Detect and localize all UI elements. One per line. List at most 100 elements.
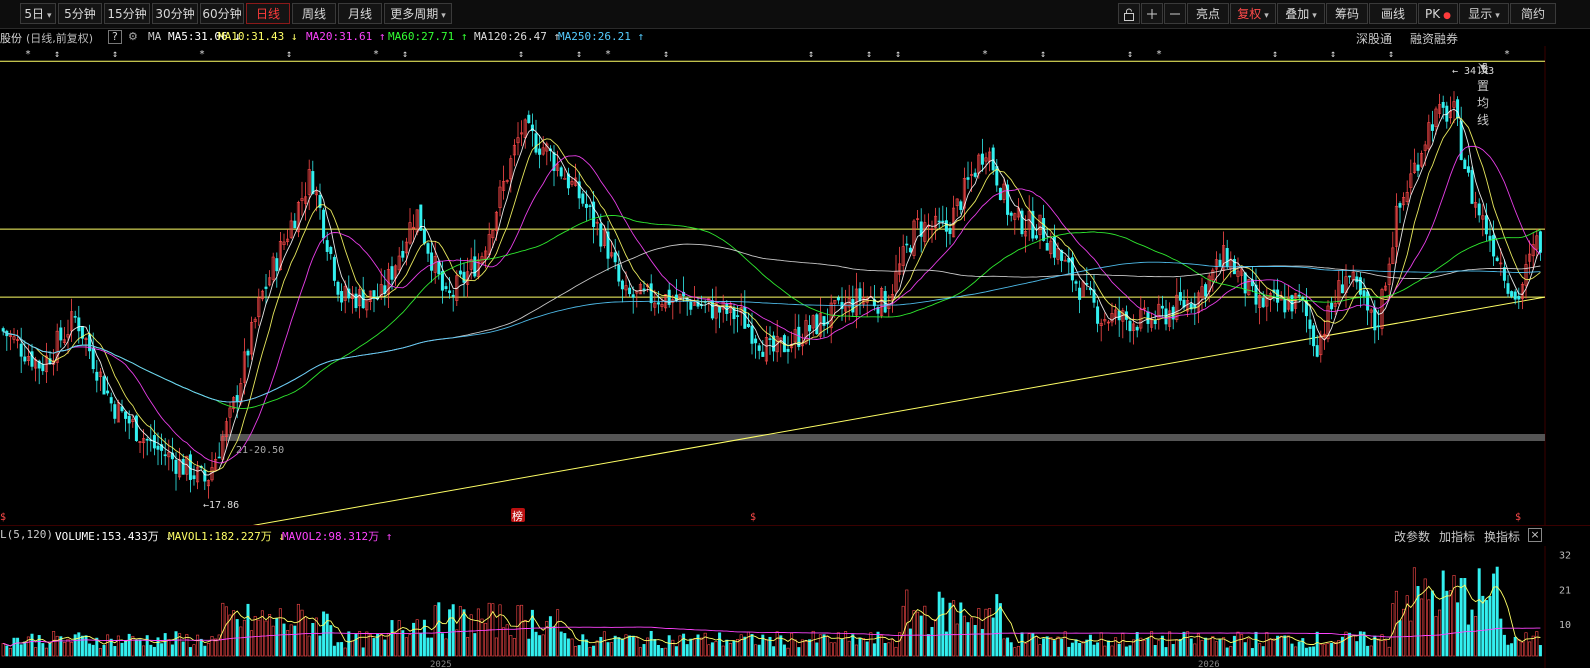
candle-body bbox=[642, 288, 646, 291]
candle-body bbox=[1218, 259, 1222, 267]
candle-body bbox=[1488, 235, 1492, 241]
volume-bar bbox=[995, 594, 999, 657]
candle-body bbox=[966, 177, 970, 180]
volume-bar bbox=[707, 644, 711, 657]
period-daily[interactable]: 日线 bbox=[246, 3, 290, 24]
overlay-button[interactable]: 叠加 ▾ bbox=[1277, 3, 1325, 24]
gray-band bbox=[220, 434, 1545, 441]
volume-bar bbox=[484, 622, 488, 657]
candle-body bbox=[77, 317, 81, 332]
period-weekly[interactable]: 周线 bbox=[292, 3, 336, 24]
volume-bar bbox=[1286, 635, 1290, 657]
period-5min[interactable]: 5分钟 bbox=[58, 3, 102, 24]
candle-body bbox=[1283, 298, 1287, 313]
period-more[interactable]: 更多周期 ▾ bbox=[384, 3, 452, 24]
volume-bar bbox=[556, 609, 560, 657]
volume-bar bbox=[1034, 636, 1038, 657]
draw-line-button[interactable]: 画线 bbox=[1369, 3, 1417, 24]
adjust-button[interactable]: 复权 ▾ bbox=[1230, 3, 1276, 24]
volume-bar bbox=[340, 642, 344, 657]
period-monthly[interactable]: 月线 bbox=[338, 3, 382, 24]
volume-bar bbox=[876, 631, 880, 657]
volume-bar bbox=[145, 635, 149, 657]
volume-bar bbox=[473, 633, 477, 657]
minus-icon[interactable] bbox=[1164, 3, 1186, 24]
candle-body bbox=[1009, 212, 1013, 216]
volume-bar bbox=[592, 645, 596, 657]
settings-gear-icon[interactable]: ⚙ bbox=[128, 30, 138, 43]
candle-body bbox=[390, 266, 394, 280]
candle-body bbox=[559, 167, 563, 177]
period-5day[interactable]: 5日 ▾ bbox=[20, 3, 56, 24]
volume-bar bbox=[1103, 645, 1107, 657]
volume-bar bbox=[883, 643, 887, 657]
volume-bar bbox=[1528, 641, 1532, 657]
candle-body bbox=[1506, 283, 1510, 294]
candle-body bbox=[1330, 302, 1334, 310]
candlestick-chart[interactable]: * ↕ ↕ * ↕ * ↕ ↕ ↕ * ↕ ↕ ↕ ↕ * ↕ ↕ * ↕ ↕ ↕ * ← 34.43 ←17.86 21-20… bbox=[0, 46, 1590, 526]
period-60min[interactable]: 60分钟 bbox=[200, 3, 244, 24]
volume-bar bbox=[203, 645, 207, 657]
volume-bar bbox=[1459, 578, 1463, 657]
volume-bar bbox=[804, 641, 808, 657]
candle-body bbox=[941, 220, 945, 223]
lock-icon[interactable] bbox=[1118, 3, 1140, 24]
volume-bar bbox=[714, 641, 718, 657]
chips-button[interactable]: 筹码 bbox=[1326, 3, 1368, 24]
volume-bar bbox=[944, 631, 948, 657]
volume-bar bbox=[1492, 573, 1496, 657]
simple-button[interactable]: 简约 bbox=[1510, 3, 1556, 24]
event-marker: ↕ bbox=[54, 49, 60, 60]
volume-bar bbox=[329, 625, 333, 657]
volume-bar bbox=[678, 635, 682, 657]
event-marker: ↕ bbox=[1040, 49, 1046, 60]
volume-bar bbox=[379, 633, 383, 657]
volume-bar bbox=[419, 632, 423, 657]
volume-bar bbox=[782, 644, 786, 657]
candle-body bbox=[1466, 166, 1470, 173]
candle-body bbox=[1362, 290, 1366, 297]
volume-bar bbox=[152, 646, 156, 657]
help-icon[interactable]: ? bbox=[108, 30, 122, 44]
volume-bar bbox=[649, 630, 653, 657]
volume-bar bbox=[1438, 609, 1442, 657]
volume-bar bbox=[1261, 646, 1265, 657]
volume-bar bbox=[8, 647, 12, 657]
event-marker: * bbox=[1156, 49, 1162, 60]
volume-bar bbox=[390, 620, 394, 657]
candle-body bbox=[430, 252, 434, 271]
period-30min[interactable]: 30分钟 bbox=[152, 3, 198, 24]
volume-bar bbox=[332, 645, 336, 657]
volume-bar bbox=[163, 633, 167, 657]
volume-bar bbox=[826, 636, 830, 657]
volume-bar bbox=[563, 633, 567, 657]
plus-icon[interactable] bbox=[1141, 3, 1163, 24]
volume-bar bbox=[1002, 638, 1006, 657]
display-button[interactable]: 显示 ▾ bbox=[1459, 3, 1509, 24]
volume-bar bbox=[462, 609, 466, 657]
candle-body bbox=[113, 404, 117, 419]
candle-body bbox=[340, 291, 344, 303]
volume-bar bbox=[1340, 636, 1344, 657]
period-15min[interactable]: 15分钟 bbox=[104, 3, 150, 24]
candle-body bbox=[322, 209, 326, 239]
volume-chart[interactable]: 32 21 10 2025 2026 bbox=[0, 546, 1590, 668]
close-icon[interactable]: × bbox=[1528, 528, 1542, 542]
candle-body bbox=[937, 220, 941, 223]
event-marker: * bbox=[605, 49, 611, 60]
candle-body bbox=[1416, 164, 1420, 171]
add-indicator-button[interactable]: 加指标 bbox=[1439, 528, 1475, 545]
candle-body bbox=[998, 187, 1002, 201]
volume-bar bbox=[1481, 595, 1485, 657]
highlight-button[interactable]: 亮点 bbox=[1187, 3, 1229, 24]
link-margin-trading[interactable]: 融资融券 bbox=[1410, 30, 1458, 47]
switch-indicator-button[interactable]: 换指标 bbox=[1484, 528, 1520, 545]
link-shenzhen-connect[interactable]: 深股通 bbox=[1356, 30, 1392, 47]
candle-body bbox=[527, 114, 531, 124]
candle-body bbox=[181, 458, 185, 475]
change-params-button[interactable]: 改参数 bbox=[1394, 528, 1430, 545]
pk-button[interactable]: PK ● bbox=[1418, 3, 1458, 24]
volume-bar bbox=[1186, 631, 1190, 657]
volume-bar bbox=[55, 635, 59, 657]
candle-body bbox=[59, 327, 63, 341]
